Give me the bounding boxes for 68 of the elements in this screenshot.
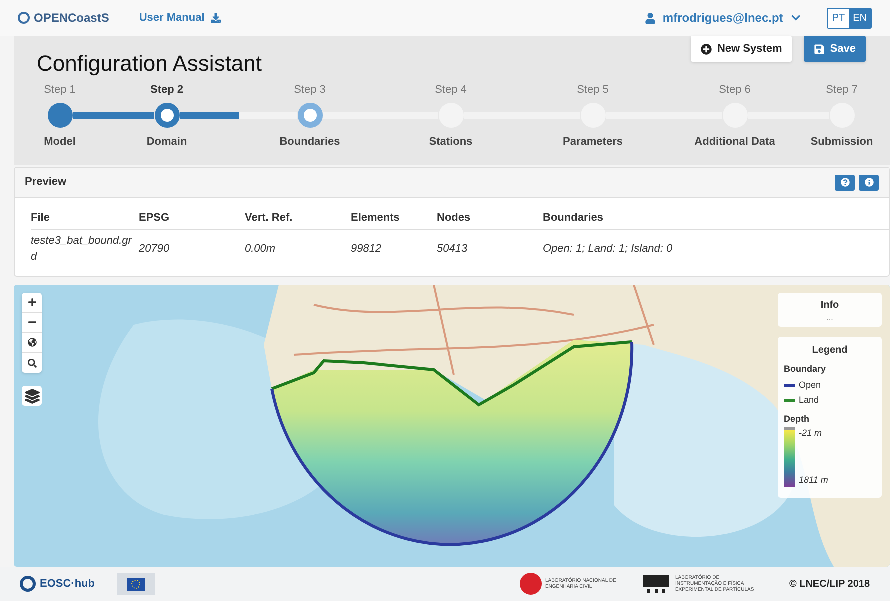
help-icon bbox=[840, 178, 850, 187]
step-number: Step 2 bbox=[150, 83, 184, 98]
lnec-logo-icon bbox=[520, 573, 542, 595]
table-cell: 50413 bbox=[437, 229, 543, 264]
preview-title: Preview bbox=[25, 175, 67, 190]
layers-icon bbox=[24, 388, 40, 404]
table-cell: teste3_bat_bound.grd bbox=[31, 229, 139, 264]
info-icon bbox=[864, 178, 874, 187]
step-label: Model bbox=[44, 135, 76, 150]
step-label: Domain bbox=[146, 135, 188, 150]
step-marker[interactable] bbox=[48, 103, 72, 128]
download-icon bbox=[210, 13, 221, 23]
step-number: Step 4 bbox=[435, 83, 467, 98]
new-system-button[interactable]: New System bbox=[691, 36, 792, 62]
save-button[interactable]: Save bbox=[804, 36, 866, 62]
brand-link[interactable]: OPENCoastS bbox=[34, 9, 110, 27]
step-marker[interactable] bbox=[154, 103, 180, 128]
step-number: Step 5 bbox=[577, 83, 609, 98]
step-label: Boundaries bbox=[280, 135, 340, 150]
step-number: Step 1 bbox=[44, 83, 76, 98]
depth-max-label: 1811 m bbox=[799, 474, 828, 486]
globe-icon bbox=[28, 338, 36, 347]
info-text: ... bbox=[826, 313, 834, 323]
lip-logo-icon bbox=[643, 575, 670, 593]
info-button[interactable] bbox=[859, 174, 879, 190]
eu-flag-icon bbox=[117, 573, 155, 595]
language-toggle[interactable]: EN bbox=[849, 8, 871, 28]
table-cell: 20790 bbox=[139, 229, 245, 264]
user-icon bbox=[644, 12, 656, 24]
eosc-logo-icon bbox=[20, 576, 36, 592]
column-header: File bbox=[31, 210, 139, 229]
legend-title: Legend bbox=[812, 344, 848, 358]
user-manual-link[interactable]: User Manual bbox=[139, 10, 221, 26]
copyright-label: © LNEC/LIP 2018 bbox=[789, 578, 870, 592]
table-cell: Open: 1; Land: 1; Island: 0 bbox=[543, 229, 890, 264]
step-label: Stations bbox=[429, 135, 473, 150]
column-header: Vert. Ref. bbox=[245, 210, 351, 229]
layers-button[interactable] bbox=[22, 386, 42, 406]
step-number: Step 6 bbox=[719, 83, 751, 98]
step-label: Parameters bbox=[563, 135, 623, 150]
column-header: Boundaries bbox=[543, 210, 890, 229]
legend-label: Open bbox=[799, 378, 822, 392]
depth-min-label: -21 m bbox=[799, 427, 824, 440]
plus-icon bbox=[28, 298, 36, 307]
chevron-down-icon bbox=[791, 13, 802, 23]
table-cell: 0.00m bbox=[245, 229, 351, 264]
step-label: Additional Data bbox=[694, 135, 776, 150]
eosc-hub-label: EOSC·hub bbox=[40, 576, 95, 592]
info-title: Info bbox=[820, 299, 840, 313]
progress-fill bbox=[180, 112, 238, 119]
page-title: Configuration Assistant bbox=[37, 50, 262, 78]
column-header: Elements bbox=[351, 210, 437, 229]
brand-logo-icon bbox=[18, 12, 30, 24]
step-label: Submission bbox=[810, 135, 874, 150]
help-button[interactable] bbox=[835, 174, 855, 190]
column-header: EPSG bbox=[139, 210, 245, 229]
legend-section-title: Boundary bbox=[784, 363, 828, 376]
step-number: Step 7 bbox=[826, 83, 858, 98]
depth-color-scale bbox=[784, 427, 795, 487]
step-number: Step 3 bbox=[294, 83, 326, 98]
user-menu[interactable]: mfrodrigues@lnec.pt bbox=[662, 9, 802, 27]
search-icon bbox=[28, 358, 36, 368]
legend-label: Land bbox=[799, 394, 820, 407]
language-toggle[interactable]: PT bbox=[828, 8, 850, 28]
step-marker[interactable] bbox=[298, 103, 322, 128]
table-cell: 99812 bbox=[351, 229, 437, 264]
column-header: Nodes bbox=[437, 210, 543, 229]
legend-section-title: Depth bbox=[784, 412, 810, 426]
